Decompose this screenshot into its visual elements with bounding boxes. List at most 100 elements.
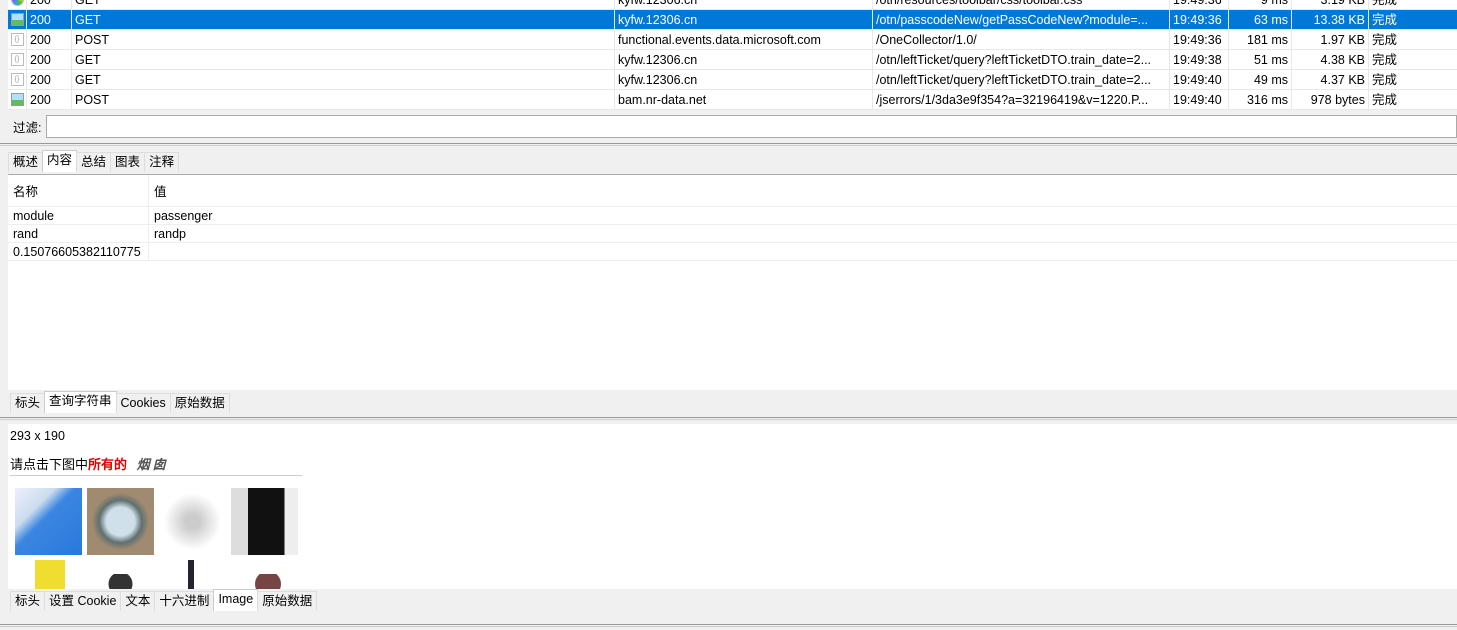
captcha-image-3[interactable]	[159, 488, 226, 555]
session-row[interactable]: {} 200 GET kyfw.12306.cn/otn/leftTicket/que…	[8, 50, 1457, 70]
filter-input[interactable]	[46, 114, 1457, 138]
image-icon	[10, 93, 24, 106]
session-method: POST	[72, 90, 615, 109]
request-tabs: 标头 查询字符串 Cookies 原始数据	[10, 391, 230, 413]
tab-chart[interactable]: 图表	[110, 152, 146, 172]
session-url: /otn/leftTicket/query?leftTicketDTO.trai…	[873, 50, 1170, 69]
filter-bar: 过滤:	[8, 112, 1457, 140]
table-row[interactable]: rand randp	[8, 225, 1457, 243]
session-time: 19:49:36	[1170, 30, 1229, 49]
session-size: 3.19 KB	[1292, 0, 1369, 9]
session-host: kyfw.12306.cn	[615, 50, 873, 69]
tab-headers[interactable]: 标头	[10, 591, 46, 611]
session-result: 200	[27, 70, 72, 89]
session-status: 完成	[1372, 53, 1398, 67]
tab-content[interactable]: 内容	[42, 150, 78, 172]
tab-raw[interactable]: 原始数据	[257, 591, 318, 611]
session-time: 19:49:40	[1170, 90, 1229, 109]
session-host: kyfw.12306.cn	[615, 70, 873, 89]
table-row[interactable]: module passenger	[8, 207, 1457, 225]
tab-overview[interactable]: 概述	[8, 152, 44, 172]
session-method: POST	[72, 30, 615, 49]
session-row[interactable]: 200 GET kyfw.12306.cn/otn/passcodeNew/getP…	[8, 10, 1457, 30]
captcha-image-7[interactable]	[188, 560, 194, 589]
css-icon	[10, 0, 24, 6]
captcha-image-1[interactable]	[15, 488, 82, 555]
session-time: 19:49:36	[1170, 0, 1229, 9]
tab-raw[interactable]: 原始数据	[169, 393, 230, 413]
tab-cookies[interactable]: Cookies	[115, 393, 171, 413]
session-size: 978 bytes	[1292, 90, 1369, 109]
tab-summary[interactable]: 总结	[76, 152, 112, 172]
prompt-highlight: 所有的	[88, 457, 128, 472]
json-icon: {}	[10, 33, 24, 46]
session-method: GET	[72, 0, 615, 9]
col-name[interactable]: 名称	[8, 175, 149, 206]
session-url: /jserrors/1/3da3e9f354?a=32196419&v=1220…	[873, 90, 1170, 109]
session-result: 200	[27, 0, 72, 9]
session-host: kyfw.12306.cn	[615, 10, 873, 29]
session-method: GET	[72, 50, 615, 69]
captcha-image-8[interactable]	[238, 574, 298, 589]
session-status: 完成	[1372, 0, 1398, 7]
tab-image[interactable]: Image	[213, 589, 259, 611]
session-result: 200	[27, 90, 72, 109]
table-row[interactable]: 0.15076605382110775	[8, 243, 1457, 261]
session-size: 4.37 KB	[1292, 70, 1369, 89]
tab-notes[interactable]: 注释	[144, 152, 180, 172]
captcha-word: 烟囱	[136, 458, 169, 473]
session-row[interactable]: {} 200 GET kyfw.12306.cn/otn/leftTicket/que…	[8, 70, 1457, 90]
status-bar-border	[0, 624, 1457, 627]
param-value: randp	[154, 227, 186, 241]
session-status: 完成	[1372, 13, 1398, 27]
session-method: GET	[72, 70, 615, 89]
query-string-table: 名称值 module passenger rand randp 0.15076605…	[8, 174, 1457, 390]
prompt-text: 请点击下图中	[10, 457, 89, 472]
captcha-prompt: 请点击下图中所有的 烟囱	[10, 454, 169, 473]
splitter[interactable]	[0, 143, 1457, 146]
captcha-image-5[interactable]	[35, 560, 65, 589]
session-row[interactable]: {} 200 POST functional.events.data.microsof…	[8, 30, 1457, 50]
session-url: /otn/resources/toolbar/css/toolbar.css	[873, 0, 1170, 9]
splitter[interactable]	[0, 417, 1457, 420]
session-duration: 63 ms	[1229, 10, 1292, 29]
session-size: 13.38 KB	[1292, 10, 1369, 29]
session-duration: 181 ms	[1229, 30, 1292, 49]
tab-query-string[interactable]: 查询字符串	[44, 391, 117, 413]
image-dimensions: 293 x 190	[10, 429, 65, 443]
param-value	[149, 243, 154, 260]
session-status: 完成	[1372, 33, 1398, 47]
image-preview: 293 x 190 请点击下图中所有的 烟囱	[8, 424, 1457, 589]
session-url: /otn/leftTicket/query?leftTicketDTO.trai…	[873, 70, 1170, 89]
sessions-list: 200 GET kyfw.12306.cn/otn/resources/toolba…	[8, 0, 1457, 110]
session-result: 200	[27, 50, 72, 69]
session-method: GET	[72, 10, 615, 29]
tab-text[interactable]: 文本	[120, 591, 156, 611]
col-value[interactable]: 值	[149, 175, 167, 206]
session-row[interactable]: 200 GET kyfw.12306.cn/otn/resources/toolba…	[8, 0, 1457, 10]
session-host: functional.events.data.microsoft.com	[615, 30, 873, 49]
response-tabs: 标头 设置 Cookie 文本 十六进制 Image 原始数据	[10, 589, 318, 611]
session-row[interactable]: 200 POST bam.nr-data.net/jserrors/1/3da3e9…	[8, 90, 1457, 110]
session-duration: 9 ms	[1229, 0, 1292, 9]
session-host: bam.nr-data.net	[615, 90, 873, 109]
param-name: 0.15076605382110775	[8, 243, 149, 260]
session-duration: 51 ms	[1229, 50, 1292, 69]
session-status: 完成	[1372, 93, 1398, 107]
session-time: 19:49:38	[1170, 50, 1229, 69]
session-result: 200	[27, 30, 72, 49]
tab-headers[interactable]: 标头	[10, 393, 46, 413]
image-icon	[10, 13, 24, 26]
session-status: 完成	[1372, 73, 1398, 87]
tab-hex[interactable]: 十六进制	[154, 591, 215, 611]
json-icon: {}	[10, 73, 24, 86]
session-url: /otn/passcodeNew/getPassCodeNew?module=.…	[873, 10, 1170, 29]
captcha-image-6[interactable]	[93, 574, 148, 589]
captcha-image-4[interactable]	[231, 488, 298, 555]
captcha-image-2[interactable]	[87, 488, 154, 555]
json-icon: {}	[10, 53, 24, 66]
tab-set-cookie[interactable]: 设置 Cookie	[44, 591, 122, 611]
session-result: 200	[27, 10, 72, 29]
session-size: 1.97 KB	[1292, 30, 1369, 49]
param-value: passenger	[154, 209, 213, 223]
